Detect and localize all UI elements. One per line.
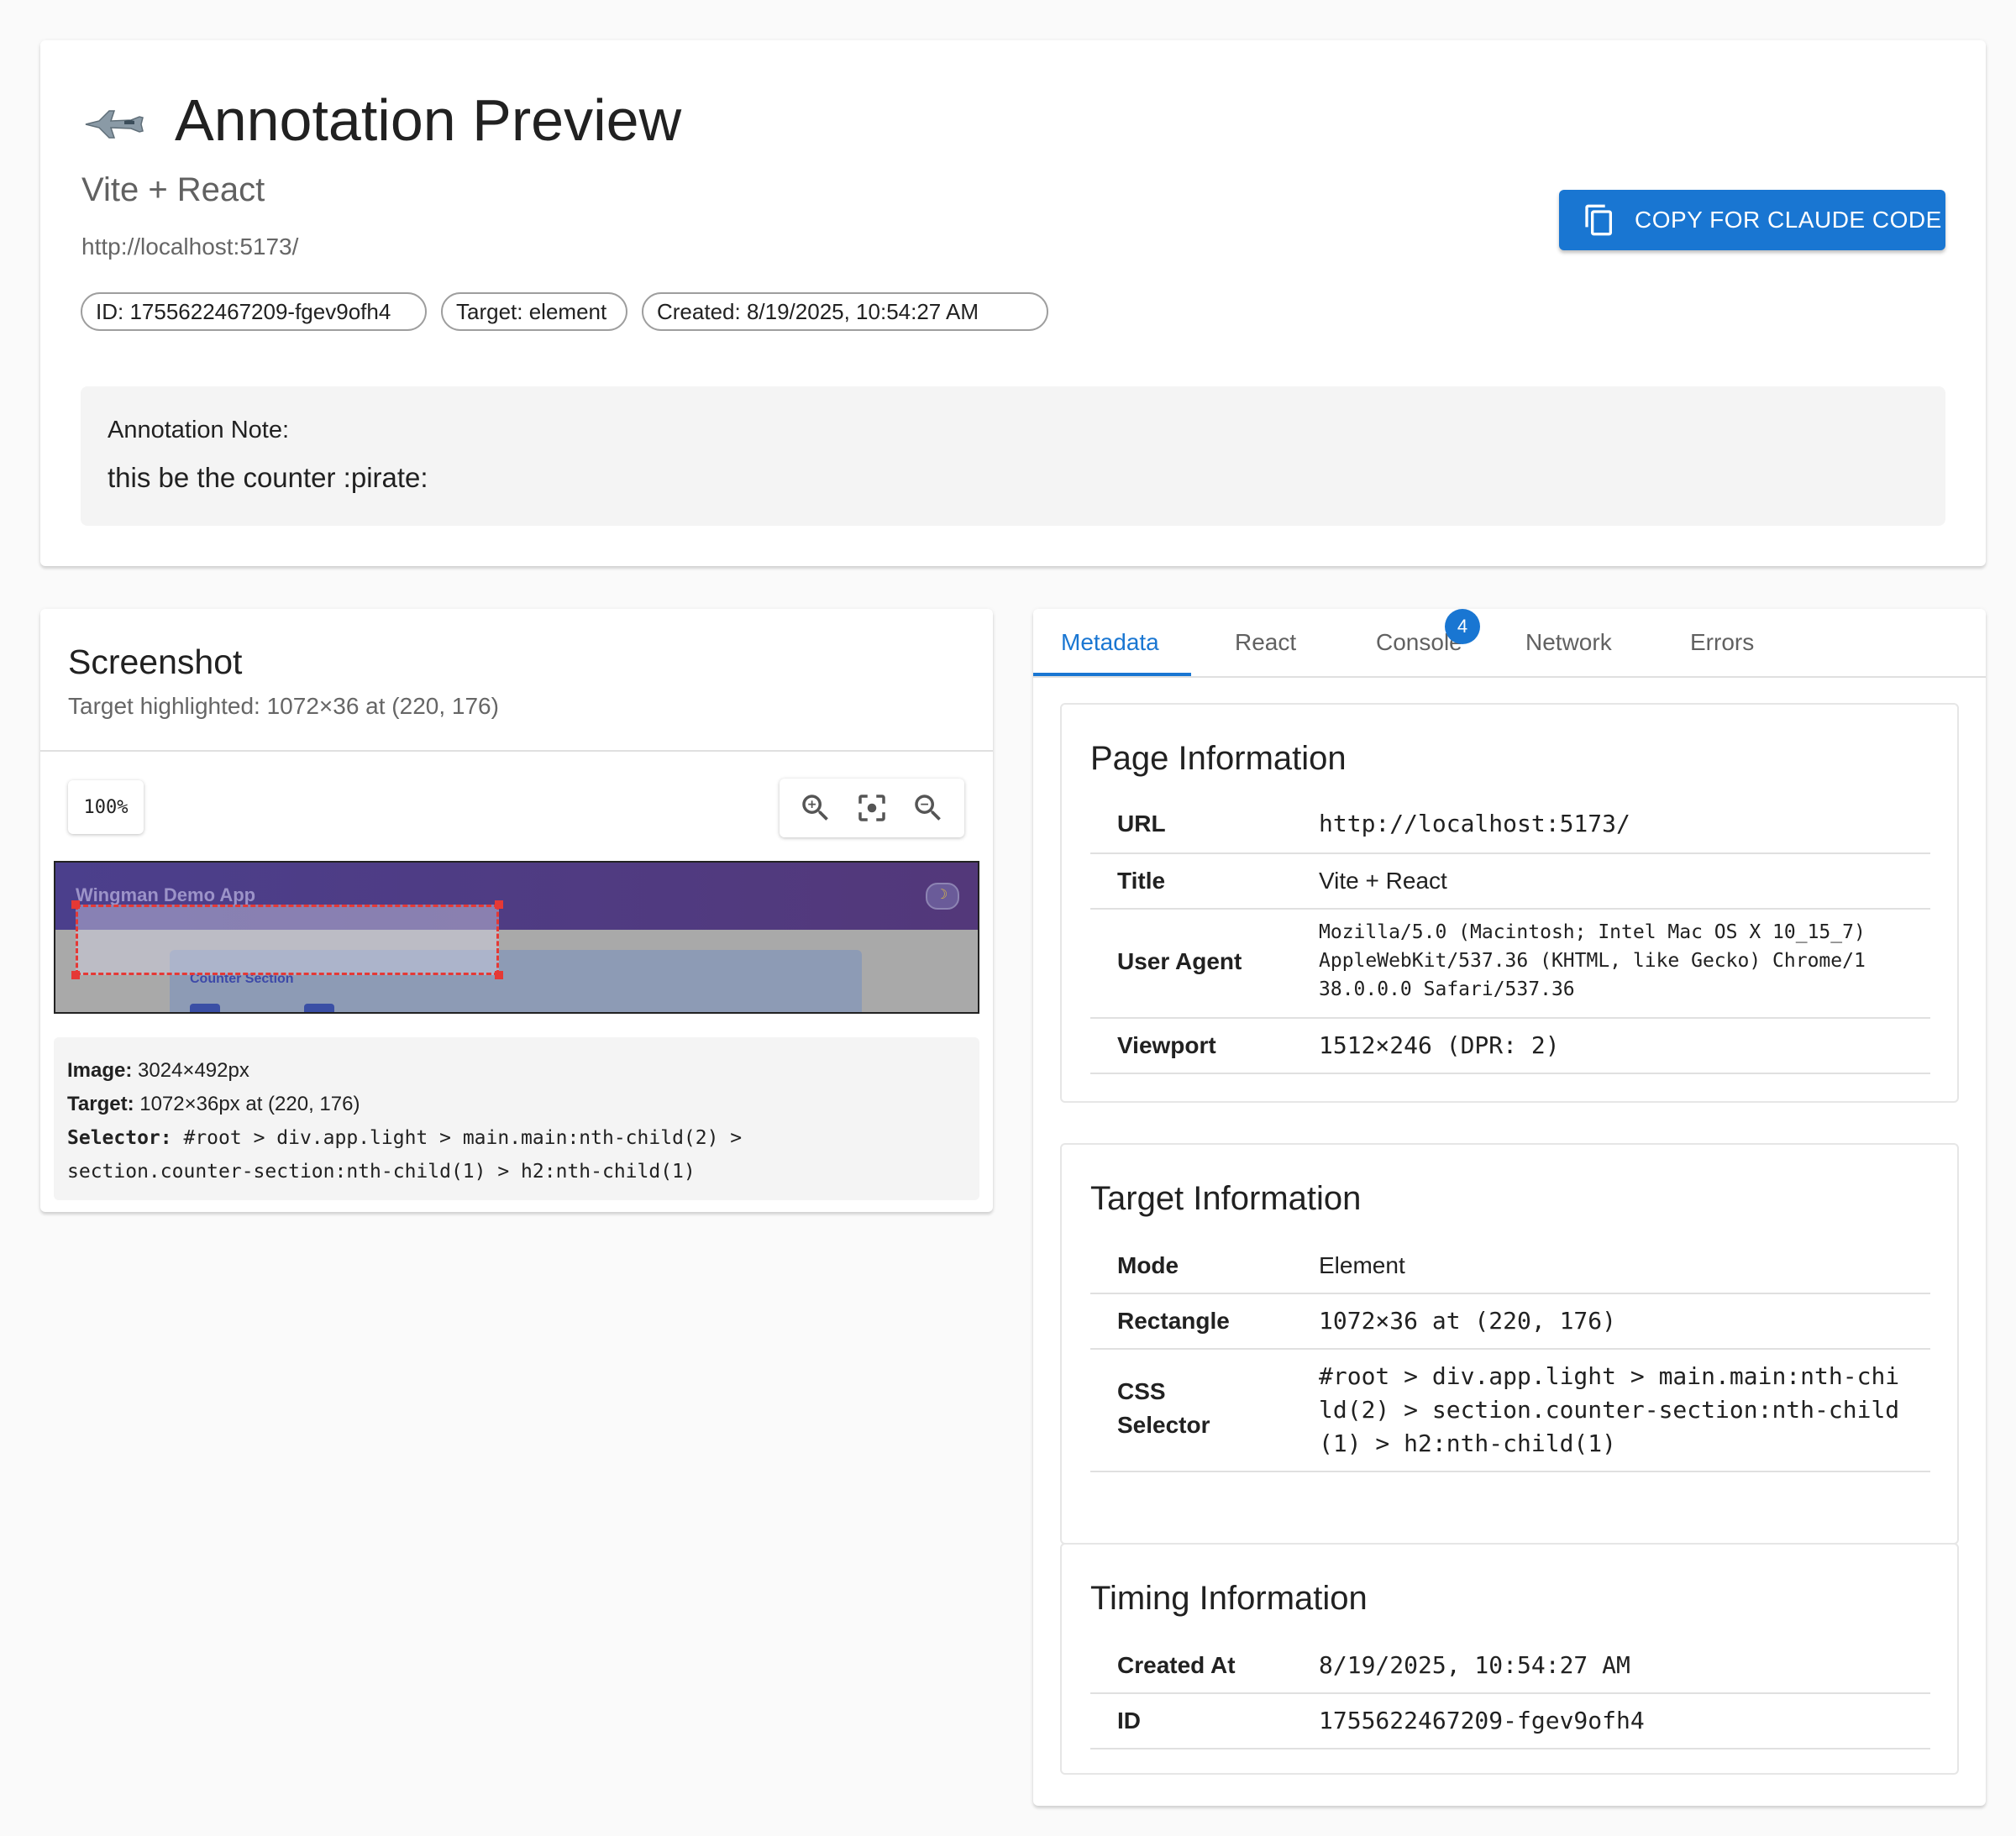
- row-value: #root > div.app.light > main.main:nth-ch…: [1319, 1360, 1924, 1461]
- theme-toggle-icon: [926, 883, 959, 910]
- row-value: Mozilla/5.0 (Macintosh; Intel Mac OS X 1…: [1319, 918, 1924, 1004]
- screenshot-preview[interactable]: Wingman Demo App Counter Section: [54, 861, 979, 1014]
- table-row: User Agent Mozilla/5.0 (Macintosh; Intel…: [1090, 910, 1930, 1019]
- key-line: Selector: [1117, 1412, 1210, 1438]
- resize-handle: [495, 971, 503, 979]
- row-key: Mode: [1117, 1252, 1179, 1278]
- row-key: Created At: [1117, 1652, 1236, 1678]
- target-chip: Target: element: [441, 292, 627, 331]
- created-chip: Created: 8/19/2025, 10:54:27 AM: [642, 292, 1048, 331]
- row-key: Title: [1117, 868, 1166, 894]
- console-count-badge: 4: [1445, 609, 1480, 644]
- page-title: Annotation Preview: [175, 87, 682, 153]
- selector-line-continued: section.counter-section:nth-child(1) > h…: [67, 1161, 696, 1183]
- user-agent-line: Mozilla/5.0 (Macintosh; Intel Mac OS X 1…: [1319, 921, 1866, 943]
- user-agent-line: AppleWebKit/537.36 (KHTML, like Gecko) C…: [1319, 950, 1866, 972]
- row-key: Viewport: [1117, 1032, 1216, 1058]
- tab-metadata[interactable]: Metadata: [1061, 629, 1159, 656]
- copy-for-claude-code-button[interactable]: COPY FOR CLAUDE CODE: [1559, 190, 1945, 250]
- target-highlight-box: [76, 905, 499, 975]
- screenshot-subtitle: Target highlighted: 1072×36 at (220, 176…: [68, 693, 499, 719]
- image-value: 3024×492px: [138, 1059, 249, 1082]
- row-value: 1072×36 at (220, 176): [1319, 1307, 1617, 1335]
- preview-button: [304, 1004, 334, 1012]
- row-value: 8/19/2025, 10:54:27 AM: [1319, 1651, 1630, 1679]
- fighter-jet-icon: [85, 110, 144, 139]
- row-value: 1512×246 (DPR: 2): [1319, 1031, 1560, 1059]
- divider: [40, 750, 993, 752]
- screenshot-title: Screenshot: [68, 643, 243, 681]
- resize-handle: [71, 971, 80, 979]
- screenshot-card: Screenshot Target highlighted: 1072×36 a…: [40, 609, 993, 1212]
- image-label: Image:: [67, 1059, 133, 1082]
- table-row: Created At 8/19/2025, 10:54:27 AM: [1090, 1639, 1930, 1694]
- resize-handle: [495, 900, 503, 909]
- zoom-in-icon[interactable]: [798, 790, 833, 826]
- table-row: Mode Element: [1090, 1239, 1930, 1294]
- timing-information-card: Timing Information Created At 8/19/2025,…: [1060, 1543, 1959, 1775]
- table-row: Rectangle 1072×36 at (220, 176): [1090, 1294, 1930, 1350]
- row-key: ID: [1117, 1707, 1141, 1734]
- target-label: Target:: [67, 1093, 134, 1115]
- table-row: Viewport 1512×246 (DPR: 2): [1090, 1019, 1930, 1074]
- page-subtitle: Vite + React: [81, 171, 265, 208]
- row-key: CSS Selector: [1117, 1375, 1210, 1442]
- preview-app-title: Wingman Demo App: [76, 884, 256, 905]
- tab-network[interactable]: Network: [1525, 629, 1612, 656]
- tab-react[interactable]: React: [1235, 629, 1296, 656]
- page-url: http://localhost:5173/: [81, 233, 299, 260]
- note-label: Annotation Note:: [108, 417, 290, 443]
- row-value: http://localhost:5173/: [1319, 810, 1630, 837]
- table-row: URL http://localhost:5173/: [1090, 799, 1930, 854]
- row-key: Rectangle: [1117, 1308, 1230, 1334]
- selector-line: ld(2) > section.counter-section:nth-chil…: [1319, 1396, 1900, 1424]
- copy-button-label: COPY FOR CLAUDE CODE: [1635, 207, 1942, 233]
- zoom-out-icon[interactable]: [911, 790, 946, 826]
- zoom-level-indicator: 100%: [68, 780, 144, 834]
- target-information-card: Target Information Mode Element Rectangl…: [1060, 1143, 1959, 1545]
- table-row: CSS Selector #root > div.app.light > mai…: [1090, 1350, 1930, 1472]
- selector-label: Selector:: [67, 1127, 172, 1149]
- zoom-toolbar: [780, 779, 964, 837]
- tab-bar: Metadata React Console Network Errors 4: [1033, 609, 1986, 678]
- target-value: 1072×36px at (220, 176): [139, 1093, 360, 1115]
- row-value: Vite + React: [1319, 868, 1447, 894]
- row-key: User Agent: [1117, 948, 1242, 974]
- annotation-note-box: Annotation Note: this be the counter :pi…: [81, 386, 1945, 526]
- active-tab-indicator: [1033, 673, 1191, 676]
- selector-value: #root > div.app.light > main.main:nth-ch…: [183, 1127, 743, 1149]
- note-text: this be the counter :pirate:: [108, 462, 428, 493]
- page-information-card: Page Information URL http://localhost:51…: [1060, 703, 1959, 1103]
- id-chip: ID: 1755622467209-fgev9ofh4: [81, 292, 427, 331]
- row-value: 1755622467209-fgev9ofh4: [1319, 1707, 1645, 1734]
- key-line: CSS: [1117, 1378, 1166, 1404]
- user-agent-line: 38.0.0.0 Safari/537.36: [1319, 978, 1575, 1000]
- center-focus-icon[interactable]: [854, 790, 890, 826]
- row-key: URL: [1117, 810, 1166, 837]
- image-size-line: Image: 3024×492px: [67, 1054, 966, 1088]
- row-value: Element: [1319, 1252, 1405, 1278]
- table-row: Title Vite + React: [1090, 854, 1930, 910]
- target-line: Target: 1072×36px at (220, 176): [67, 1088, 966, 1121]
- selector-line: Selector: #root > div.app.light > main.m…: [67, 1121, 966, 1155]
- timing-information-title: Timing Information: [1090, 1580, 1368, 1617]
- selector-line: #root > div.app.light > main.main:nth-ch…: [1319, 1362, 1900, 1390]
- tab-errors[interactable]: Errors: [1690, 629, 1754, 656]
- selector-line: (1) > h2:nth-child(1): [1319, 1429, 1617, 1457]
- table-row: ID 1755622467209-fgev9ofh4: [1090, 1694, 1930, 1749]
- screenshot-details: Image: 3024×492px Target: 1072×36px at (…: [54, 1037, 979, 1200]
- resize-handle: [71, 900, 80, 909]
- copy-icon: [1585, 204, 1612, 236]
- details-panel: Metadata React Console Network Errors 4 …: [1033, 609, 1986, 1806]
- target-information-title: Target Information: [1090, 1180, 1362, 1217]
- preview-button: [190, 1004, 220, 1012]
- page-information-title: Page Information: [1090, 740, 1347, 777]
- annotation-header-card: Annotation Preview Vite + React http://l…: [40, 40, 1986, 566]
